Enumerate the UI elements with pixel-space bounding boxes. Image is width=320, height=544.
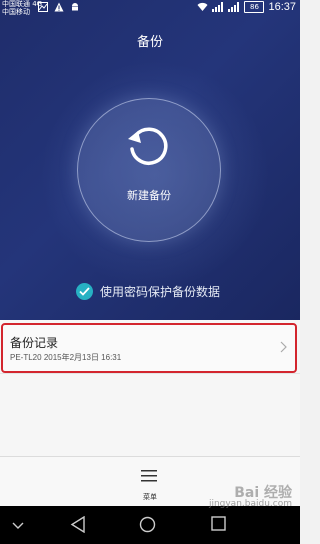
carrier-line-2: 中国移动	[2, 8, 30, 16]
record-device: PE-TL20	[10, 353, 42, 362]
watermark-line-1: Bai 经验	[234, 485, 292, 501]
watermark: Bai 经验 jingyan.baidu.com	[208, 485, 292, 510]
system-nav-bar	[0, 506, 300, 544]
status-time: 16:37	[268, 1, 296, 13]
record-date: 2015年2月13日 16:31	[43, 353, 122, 362]
image-notification-icon	[38, 2, 48, 12]
carrier-info: 中国联通 4G 中国移动	[2, 0, 42, 16]
recents-icon[interactable]	[211, 516, 226, 531]
signal-icon	[212, 2, 224, 12]
back-icon[interactable]	[70, 516, 86, 533]
refresh-arrow-icon	[128, 127, 168, 165]
carrier-line-1: 中国联通 4G	[2, 0, 43, 8]
collapse-icon[interactable]	[12, 522, 24, 530]
backup-record-title: 备份记录	[10, 336, 59, 350]
battery-indicator: 86	[244, 1, 265, 13]
menu-icon[interactable]	[141, 469, 157, 483]
watermark-line-2: jingyan.baidu.com	[208, 499, 292, 509]
signal-2-icon	[228, 2, 240, 12]
password-protect-toggle[interactable]: 使用密码保护备份数据	[76, 283, 220, 300]
password-protect-label: 使用密码保护备份数据	[100, 285, 221, 299]
new-backup-button[interactable]: 新建备份	[77, 98, 221, 242]
android-icon	[72, 3, 78, 11]
page-title: 备份	[136, 35, 163, 50]
backup-record-detail: PE-TL20 2015年2月13日 16:31	[10, 352, 121, 363]
divider	[0, 373, 300, 374]
warning-icon	[54, 2, 64, 12]
new-backup-label: 新建备份	[127, 189, 171, 202]
notification-icons	[38, 2, 80, 12]
backup-record-item[interactable]: 备份记录 PE-TL20 2015年2月13日 16:31	[1, 323, 297, 373]
status-right: 86 16:37	[197, 1, 296, 13]
status-bar: 中国联通 4G 中国移动 86 16:37	[0, 0, 300, 18]
wifi-icon	[197, 2, 208, 11]
chevron-right-icon	[280, 341, 287, 353]
checkmark-icon[interactable]	[76, 283, 93, 300]
home-icon[interactable]	[139, 516, 156, 533]
